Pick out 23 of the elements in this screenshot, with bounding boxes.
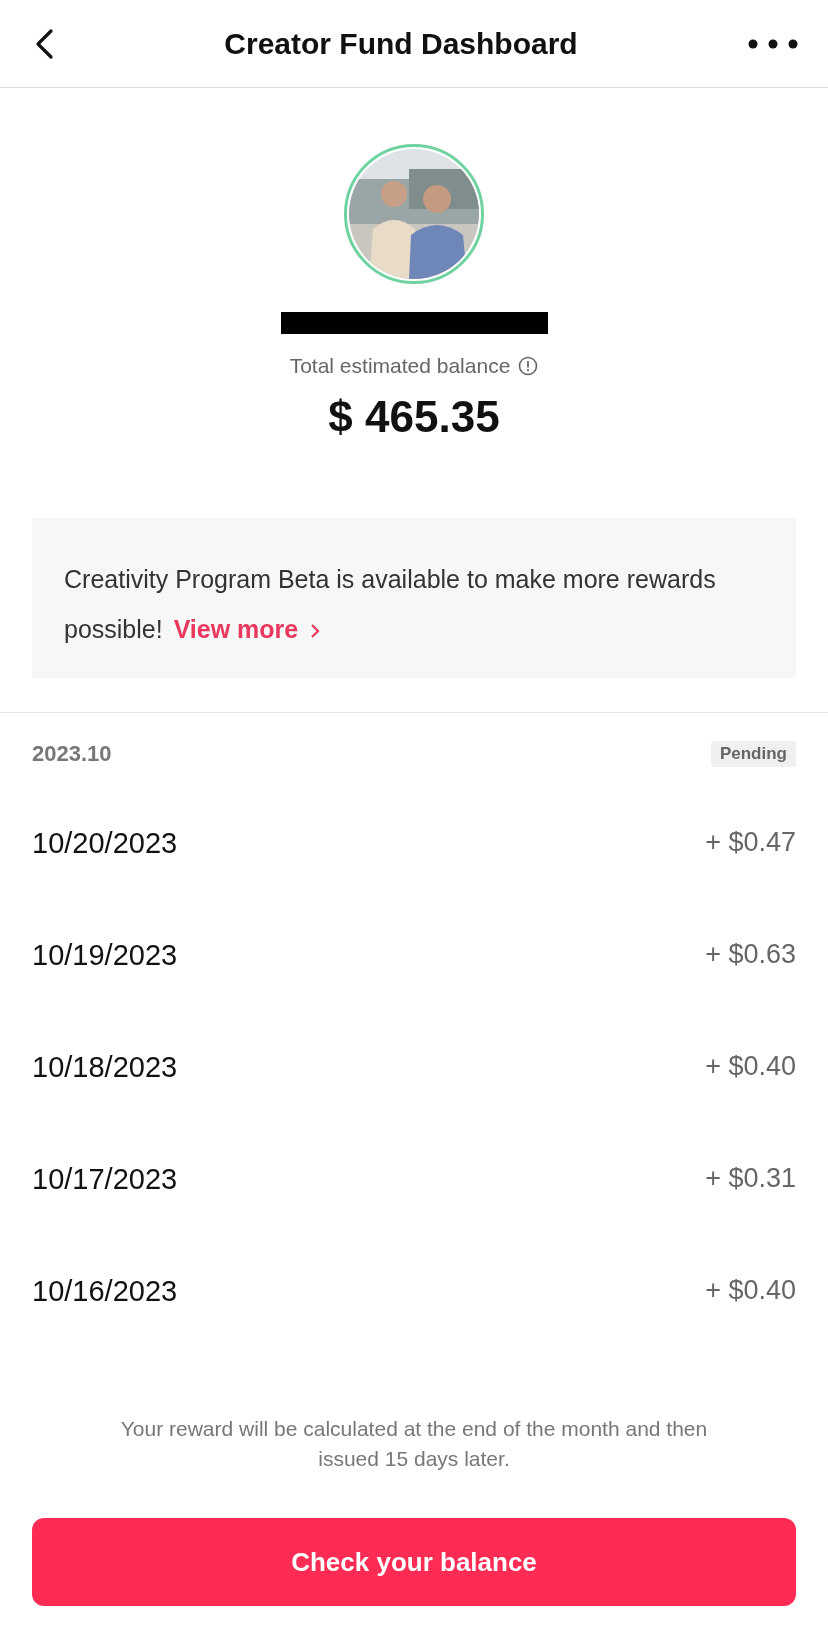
chevron-icon[interactable] — [310, 623, 321, 639]
view-more-link[interactable]: View more — [173, 615, 321, 643]
reward-amount: + $0.40 — [705, 1275, 796, 1306]
balance-label: Total estimated balance — [289, 354, 511, 378]
reward-amount: + $0.31 — [705, 1163, 796, 1194]
reward-date: 10/17/2023 — [32, 1163, 178, 1196]
check-balance-button[interactable]: Check your balance — [32, 1518, 796, 1606]
month-label: 2023.10 — [32, 741, 112, 767]
info-icon[interactable] — [518, 356, 539, 376]
reward-date: 10/20/2023 — [32, 827, 178, 860]
balance-amount: $ 465.35 — [328, 392, 500, 442]
reward-date: 10/19/2023 — [32, 939, 178, 972]
reward-date: 10/18/2023 — [32, 1051, 178, 1084]
more-icon[interactable] — [748, 38, 798, 49]
reward-date: 10/16/2023 — [32, 1275, 178, 1308]
status-badge: Pending — [710, 741, 796, 767]
screen-title: Creator Fund Dashboard — [224, 26, 578, 61]
reward-amount: + $0.63 — [705, 939, 796, 970]
reward-amount: + $0.40 — [705, 1051, 796, 1082]
banner-text: Creativity Program Beta is available to make more rewards possible! View more — [64, 565, 716, 643]
back-icon[interactable] — [34, 27, 54, 60]
reward-amount: + $0.47 — [705, 827, 796, 858]
reward-note: Your reward will be calculated at the end of the month and then issued 15 days later. — [119, 1416, 709, 1472]
